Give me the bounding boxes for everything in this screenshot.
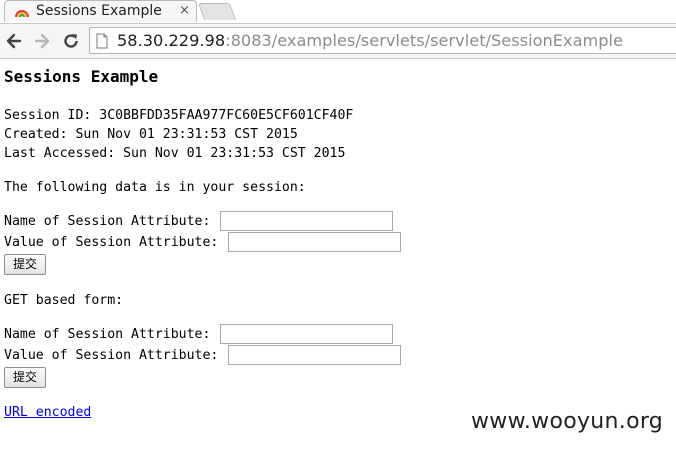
name-attribute-label: Name of Session Attribute: [4, 214, 211, 229]
page-title: Sessions Example [4, 67, 159, 86]
name-attribute-input[interactable] [220, 211, 393, 231]
last-accessed-text: Last Accessed: Sun Nov 01 23:31:53 CST 2… [4, 146, 346, 161]
get-name-attribute-label: Name of Session Attribute: [4, 327, 211, 342]
page-content: Sessions Example Session ID: 3C0BBFDD35F… [0, 59, 676, 452]
value-attribute-label: Value of Session Attribute: [4, 235, 219, 250]
url-encoded-link[interactable]: URL encoded [4, 405, 91, 420]
url-path: :8083/examples/servlets/servlet/SessionE… [225, 31, 623, 50]
reload-icon[interactable] [61, 31, 81, 51]
tab-sessions-example[interactable]: Sessions Example × [4, 0, 197, 22]
value-attribute-input[interactable] [228, 232, 401, 252]
watermark-text: www.wooyun.org [471, 409, 664, 434]
created-text: Created: Sun Nov 01 23:31:53 CST 2015 [4, 127, 298, 142]
get-value-attribute-label: Value of Session Attribute: [4, 348, 219, 363]
browser-toolbar: 58.30.229.98:8083/examples/servlets/serv… [0, 24, 676, 59]
tab-strip: Sessions Example × [0, 0, 676, 24]
get-value-attribute-input[interactable] [228, 345, 401, 365]
back-arrow-icon[interactable] [4, 31, 24, 51]
session-data-intro: The following data is in your session: [4, 180, 306, 195]
forward-arrow-icon[interactable] [32, 31, 52, 51]
session-id-text: Session ID: 3C0BBFDD35FAA977FC60E5CF601C… [4, 108, 354, 123]
get-name-attribute-input[interactable] [220, 324, 393, 344]
submit-button[interactable]: 提交 [4, 254, 46, 275]
new-tab-button[interactable] [197, 3, 237, 20]
tab-close-icon[interactable]: × [179, 3, 190, 18]
rainbow-favicon-icon [15, 10, 29, 18]
url-text: 58.30.229.98:8083/examples/servlets/serv… [117, 31, 623, 50]
page-icon [96, 33, 108, 49]
url-host: 58.30.229.98 [117, 31, 226, 50]
get-form-title: GET based form: [4, 293, 124, 308]
address-bar[interactable]: 58.30.229.98:8083/examples/servlets/serv… [89, 27, 676, 54]
get-submit-button[interactable]: 提交 [4, 367, 46, 388]
tab-title: Sessions Example [36, 3, 162, 19]
